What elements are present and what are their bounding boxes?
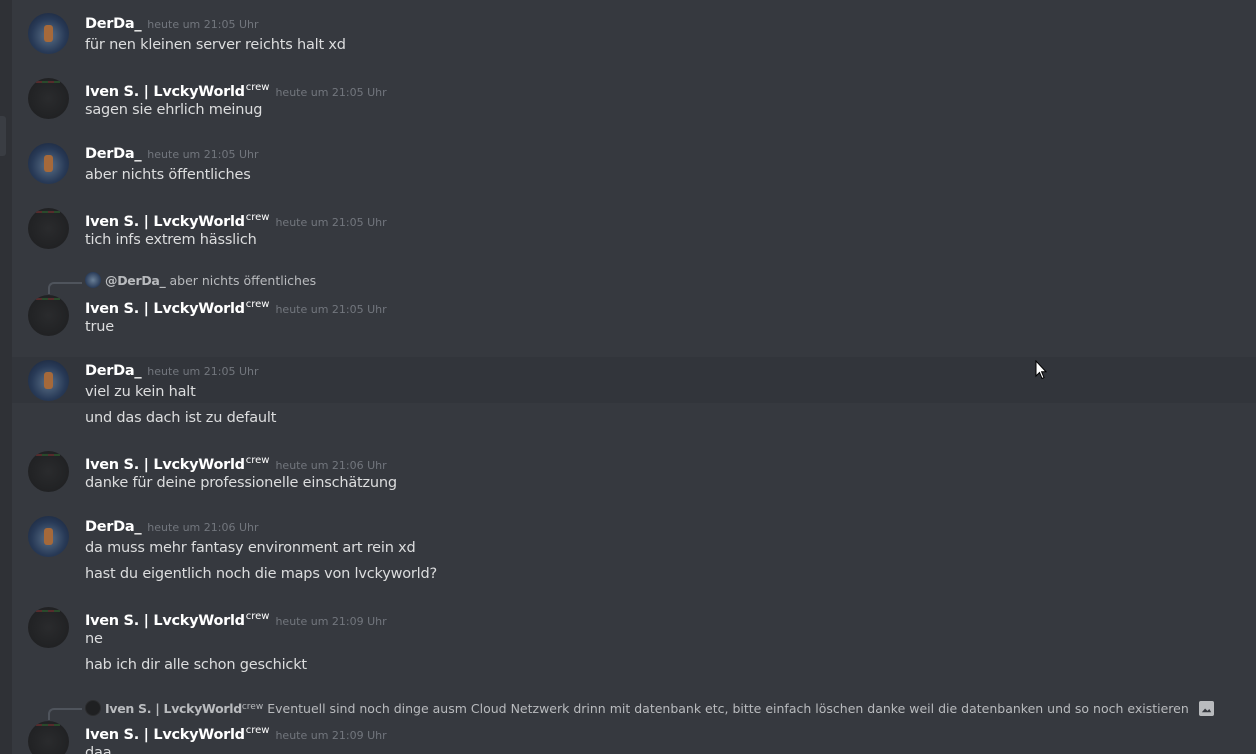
message-text: für nen kleinen server reichts halt xd (85, 37, 346, 53)
avatar[interactable] (28, 143, 69, 184)
crew-tag: crew (245, 611, 270, 622)
channel-sidebar-edge (0, 0, 12, 754)
message-text: daa (85, 745, 112, 754)
mouse-pointer-icon (1035, 360, 1047, 380)
avatar[interactable] (28, 516, 69, 557)
sidebar-scrollbar-thumb[interactable] (0, 116, 6, 156)
message-header: DerDa_ heute um 21:05 Uhr (85, 143, 259, 165)
message-header: Iven S. | LvckyWorldcrew heute um 21:05 U… (85, 295, 387, 320)
timestamp[interactable]: heute um 21:05 Uhr (275, 216, 386, 229)
message-header: DerDa_ heute um 21:06 Uhr (85, 516, 259, 538)
reply-author[interactable]: Iven S. | LvckyWorld (105, 701, 242, 716)
message-header: Iven S. | LvckyWorldcrew heute um 21:09 U… (85, 721, 387, 746)
timestamp[interactable]: heute um 21:05 Uhr (275, 86, 386, 99)
message-header: DerDa_ heute um 21:05 Uhr (85, 360, 259, 382)
message-text: und das dach ist zu default (85, 410, 277, 426)
username[interactable]: Iven S. | LvckyWorld (85, 727, 245, 743)
reply-connector (48, 282, 82, 294)
reply-connector (48, 708, 82, 720)
message-header: DerDa_ heute um 21:05 Uhr (85, 13, 259, 35)
crew-tag: crew (245, 455, 270, 466)
reply-author[interactable]: @DerDa_ (105, 273, 166, 288)
message-text: tich infs extrem hässlich (85, 232, 257, 248)
message-text: aber nichts öffentliches (85, 167, 251, 183)
message-text: true (85, 319, 114, 335)
avatar[interactable] (28, 451, 69, 492)
chat-messages-panel[interactable]: DerDa_ heute um 21:05 Uhr für nen kleinen… (0, 0, 1256, 754)
username[interactable]: DerDa_ (85, 519, 142, 535)
crew-tag: crew (245, 82, 270, 93)
username[interactable]: DerDa_ (85, 16, 142, 32)
crew-tag: crew (245, 725, 270, 736)
username[interactable]: Iven S. | LvckyWorld (85, 84, 245, 100)
message-text: hab ich dir alle schon geschickt (85, 657, 307, 673)
crew-tag: crew (245, 299, 270, 310)
timestamp[interactable]: heute um 21:05 Uhr (147, 18, 258, 31)
message-text: danke für deine professionelle einschätz… (85, 475, 397, 491)
message-header: Iven S. | LvckyWorldcrew heute um 21:09 U… (85, 607, 387, 632)
crew-tag: crew (245, 212, 270, 223)
reply-text[interactable]: aber nichts öffentliches (169, 273, 316, 288)
image-icon (1198, 701, 1214, 716)
username[interactable]: Iven S. | LvckyWorld (85, 457, 245, 473)
timestamp[interactable]: heute um 21:05 Uhr (275, 303, 386, 316)
reply-preview[interactable]: @DerDa_ aber nichts öffentliches (85, 272, 316, 290)
avatar[interactable] (28, 360, 69, 401)
reply-avatar (85, 272, 101, 288)
username[interactable]: Iven S. | LvckyWorld (85, 613, 245, 629)
reply-preview[interactable]: Iven S. | LvckyWorldcrew Eventuell sind n… (85, 698, 1214, 716)
timestamp[interactable]: heute um 21:09 Uhr (275, 615, 386, 628)
avatar[interactable] (28, 607, 69, 648)
username[interactable]: Iven S. | LvckyWorld (85, 214, 245, 230)
message-text: sagen sie ehrlich meinug (85, 102, 263, 118)
timestamp[interactable]: heute um 21:05 Uhr (147, 148, 258, 161)
reply-crew-tag: crew (241, 702, 264, 712)
avatar[interactable] (28, 721, 69, 754)
avatar[interactable] (28, 13, 69, 54)
timestamp[interactable]: heute um 21:05 Uhr (147, 365, 258, 378)
timestamp[interactable]: heute um 21:06 Uhr (147, 521, 258, 534)
timestamp[interactable]: heute um 21:06 Uhr (275, 459, 386, 472)
message-text: da muss mehr fantasy environment art rei… (85, 540, 416, 556)
username[interactable]: Iven S. | LvckyWorld (85, 301, 245, 317)
avatar[interactable] (28, 295, 69, 336)
reply-text[interactable]: Eventuell sind noch dinge ausm Cloud Net… (267, 701, 1189, 716)
message-text: hast du eigentlich noch die maps von lvc… (85, 566, 437, 582)
avatar[interactable] (28, 208, 69, 249)
message-text: ne (85, 631, 103, 647)
username[interactable]: DerDa_ (85, 363, 142, 379)
message-text: viel zu kein halt (85, 384, 196, 400)
reply-avatar (85, 700, 101, 716)
avatar[interactable] (28, 78, 69, 119)
timestamp[interactable]: heute um 21:09 Uhr (275, 729, 386, 742)
username[interactable]: DerDa_ (85, 146, 142, 162)
